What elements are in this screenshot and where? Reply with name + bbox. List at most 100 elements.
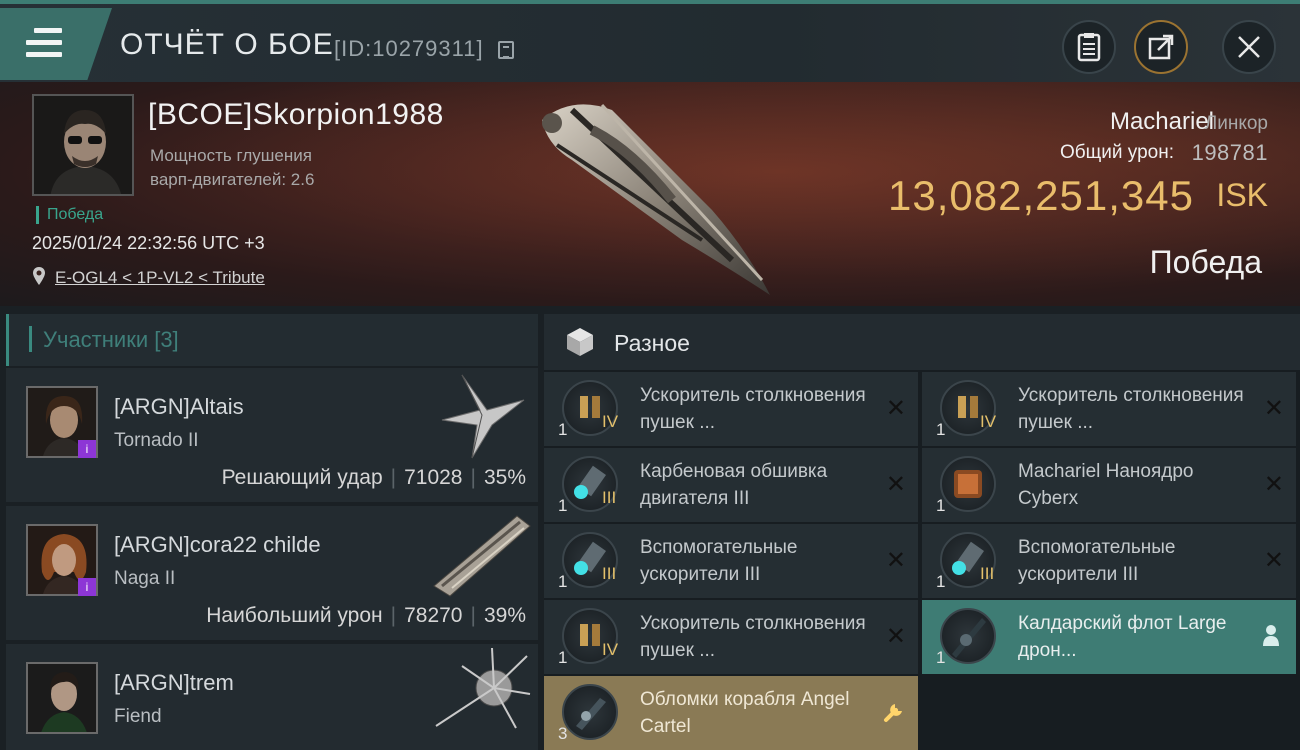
item-name: Вспомогательные ускорители III — [1018, 537, 1176, 585]
destroyed-x-icon: ✕ — [885, 547, 906, 574]
location-link[interactable]: E-OGL4 < 1P-VL2 < Tribute — [55, 268, 265, 288]
share-button[interactable] — [1134, 20, 1188, 74]
victim-ship-name[interactable]: Machariel — [1110, 108, 1214, 136]
destroyed-x-icon: ✕ — [885, 395, 906, 422]
item-tile[interactable]: 1 III Вспомогательные ускорители III ✕ — [922, 524, 1296, 598]
participant-card[interactable]: [ARGN]trem Fiend — [6, 644, 538, 750]
participant-ship-image — [433, 515, 531, 597]
item-qty: 1 — [936, 496, 946, 515]
item-tile[interactable]: 1 III Вспомогательные ускорители III ✕ — [544, 524, 918, 598]
info-badge-icon[interactable]: i — [78, 578, 96, 596]
participant-avatar — [26, 662, 98, 734]
victim-summary: [BCOE]Skorpion1988 Мощность глушения вар… — [0, 82, 1300, 306]
item-name: Карбеновая обшивка двигателя III — [640, 461, 828, 509]
item-level: IV — [980, 412, 997, 431]
item-qty: 1 — [558, 496, 568, 515]
participants-title: Участники [3] — [43, 327, 179, 352]
item-qty: 3 — [558, 724, 568, 743]
item-tile[interactable]: 3 Обломки корабля Angel Cartel — [544, 676, 918, 750]
item-name: Калдарский флот Large дрон... — [1018, 613, 1227, 661]
warp-strength-label: Мощность глушения варп-двигателей: 2.6 — [150, 146, 315, 189]
participant-name[interactable]: [ARGN]Altais — [114, 394, 244, 420]
share-icon — [1148, 34, 1174, 60]
participants-header[interactable]: Участники [3] — [6, 314, 538, 366]
page-title: ОТЧЁТ О БОЕ — [120, 28, 334, 61]
nanocore-icon — [940, 456, 996, 512]
participant-damage: 78270 — [404, 604, 463, 627]
destroyed-x-icon: ✕ — [1263, 395, 1284, 422]
misc-header: Разное — [544, 314, 1300, 370]
participant-percent: 39% — [483, 604, 526, 627]
item-tile[interactable]: 1 IV Ускоритель столкновения пушек ... ✕ — [544, 600, 918, 674]
item-level: III — [602, 488, 617, 507]
battle-result: Победа — [1149, 244, 1262, 280]
item-qty: 1 — [936, 572, 946, 591]
item-name: Вспомогательные ускорители III — [640, 537, 798, 585]
item-name: Ускоритель столкновения пушек ... — [1018, 385, 1244, 433]
isk-value: 13,082,251,345 — [888, 172, 1194, 219]
result-tag: Победа — [36, 206, 103, 224]
close-icon — [1238, 36, 1260, 58]
participant-card[interactable]: i [ARGN]Altais Tornado II Решающий удар |… — [6, 368, 538, 502]
pilot-avatar-icon — [28, 664, 96, 732]
item-name: Ускоритель столкновения пушек ... — [640, 613, 866, 661]
victim-ship-class: Линкор — [1204, 113, 1268, 134]
destroyed-x-icon: ✕ — [885, 471, 906, 498]
participant-percent: 35% — [483, 466, 526, 489]
copy-icon[interactable] — [498, 41, 514, 59]
info-badge-icon[interactable]: i — [78, 440, 96, 458]
victim-name[interactable]: [BCOE]Skorpion1988 — [148, 98, 444, 132]
location-pin-icon — [33, 267, 45, 285]
item-qty: 1 — [936, 420, 946, 439]
participant-damage: 71028 — [404, 466, 463, 489]
total-damage-value: 198781 — [1191, 140, 1268, 165]
participant-role: Наибольший урон — [206, 604, 383, 627]
item-name: Обломки корабля Angel Cartel — [640, 689, 850, 737]
item-level: III — [602, 564, 617, 583]
wrench-icon — [884, 704, 902, 722]
item-tile[interactable]: 1 Machariel Наноядро Cyberx ✕ — [922, 448, 1296, 522]
destroyed-x-icon: ✕ — [1263, 471, 1284, 498]
drone-icon — [940, 608, 996, 664]
wreck-icon — [562, 684, 618, 740]
menu-button[interactable] — [0, 8, 112, 80]
cube-icon — [567, 328, 593, 356]
destroyed-x-icon: ✕ — [1263, 547, 1284, 574]
close-button[interactable] — [1222, 20, 1276, 74]
participant-ship: Naga II — [114, 568, 176, 589]
destroyed-x-icon: ✕ — [885, 623, 906, 650]
participant-card[interactable]: i [ARGN]cora22 childe Naga II Наибольший… — [6, 506, 538, 640]
victim-portrait[interactable] — [32, 94, 134, 196]
top-bar: ОТЧЁТ О БОЕ [ID:10279311] — [0, 0, 1300, 82]
item-tile[interactable]: 1 III Карбеновая обшивка двигателя III ✕ — [544, 448, 918, 522]
item-level: III — [980, 564, 995, 583]
clipboard-icon — [1077, 33, 1101, 62]
item-tile[interactable]: 1 Калдарский флот Large дрон... — [922, 600, 1296, 674]
item-qty: 1 — [558, 572, 568, 591]
item-qty: 1 — [558, 648, 568, 667]
participant-stats: Наибольший урон | 78270 | 39% — [206, 604, 526, 627]
participant-ship-image — [441, 374, 525, 459]
misc-panel: Разное 1 IV Ускоритель столкновения пуше… — [544, 314, 1300, 750]
item-qty: 1 — [936, 648, 946, 667]
report-id: [ID:10279311] — [334, 36, 484, 61]
item-level: IV — [602, 412, 619, 431]
participant-stats: Решающий удар | 71028 | 35% — [221, 466, 526, 489]
participant-name[interactable]: [ARGN]cora22 childe — [114, 532, 321, 558]
participants-panel: Участники [3] i [ARGN]Altais Tornado II … — [6, 314, 538, 750]
item-name: Ускоритель столкновения пушек ... — [640, 385, 866, 433]
item-tile[interactable]: 1 IV Ускоритель столкновения пушек ... ✕ — [544, 372, 918, 446]
participant-ship-image — [435, 647, 531, 729]
participant-ship: Tornado II — [114, 430, 199, 451]
item-tile[interactable]: 1 IV Ускоритель столкновения пушек ... ✕ — [922, 372, 1296, 446]
menu-icon — [26, 28, 62, 58]
misc-title: Разное — [614, 330, 690, 356]
pilot-avatar-icon — [34, 96, 132, 194]
clipboard-button[interactable] — [1062, 20, 1116, 74]
battle-datetime: 2025/01/24 22:32:56 UTC +3 — [32, 233, 265, 253]
participant-name[interactable]: [ARGN]trem — [114, 670, 234, 696]
participant-role: Решающий удар — [221, 466, 383, 489]
battle-report-window: ОТЧЁТ О БОЕ [ID:10279311] [BCOE]Skorpion… — [0, 0, 1300, 750]
item-level: IV — [602, 640, 619, 659]
isk-unit: ISK — [1216, 177, 1268, 213]
